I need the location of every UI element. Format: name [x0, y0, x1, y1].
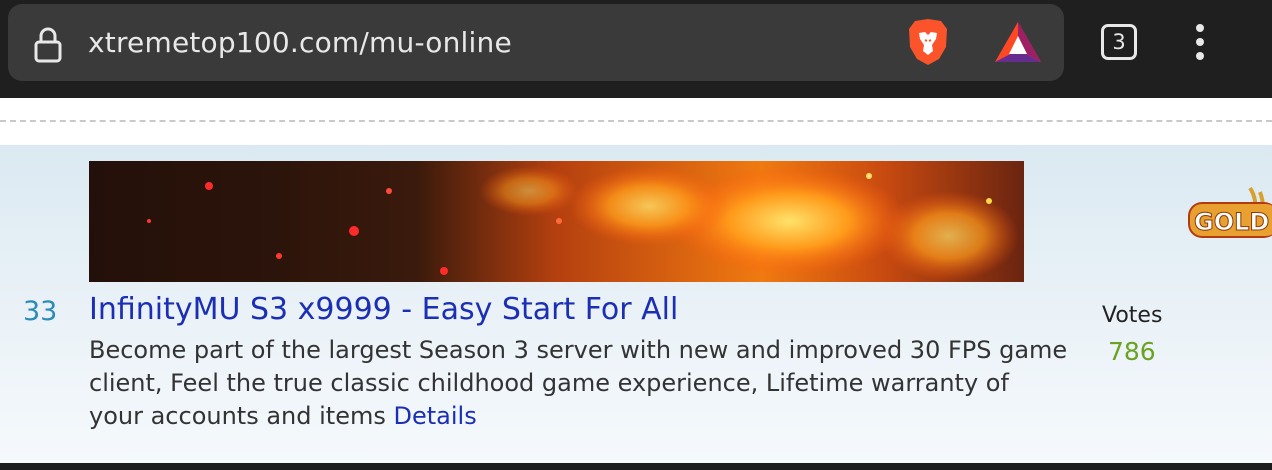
server-description: Become part of the largest Season 3 serv…: [89, 334, 1069, 433]
more-menu-icon[interactable]: [1186, 22, 1214, 62]
gold-badge-text: GOLD: [1194, 208, 1269, 236]
details-link[interactable]: Details: [394, 402, 477, 430]
rank-number: 33: [23, 296, 58, 327]
lock-icon[interactable]: [32, 25, 64, 65]
gold-badge-icon: GOLD: [1188, 186, 1272, 238]
tab-count: 3: [1112, 30, 1126, 54]
url-text[interactable]: xtremetop100.com/mu-online: [88, 26, 512, 59]
server-title-link[interactable]: InfinityMU S3 x9999 - Easy Start For All: [89, 292, 678, 327]
server-banner-image[interactable]: [89, 161, 1024, 282]
browser-toolbar: xtremetop100.com/mu-online 3: [0, 0, 1272, 98]
divider: [0, 120, 1272, 122]
bottom-edge: [0, 463, 1272, 470]
bat-rewards-icon[interactable]: [993, 20, 1043, 64]
tab-switcher-button[interactable]: 3: [1101, 24, 1137, 60]
description-text: Become part of the largest Season 3 serv…: [89, 336, 1068, 430]
brave-lion-icon[interactable]: [905, 17, 951, 67]
votes-count: 786: [1108, 337, 1156, 366]
votes-label: Votes: [1102, 303, 1163, 328]
